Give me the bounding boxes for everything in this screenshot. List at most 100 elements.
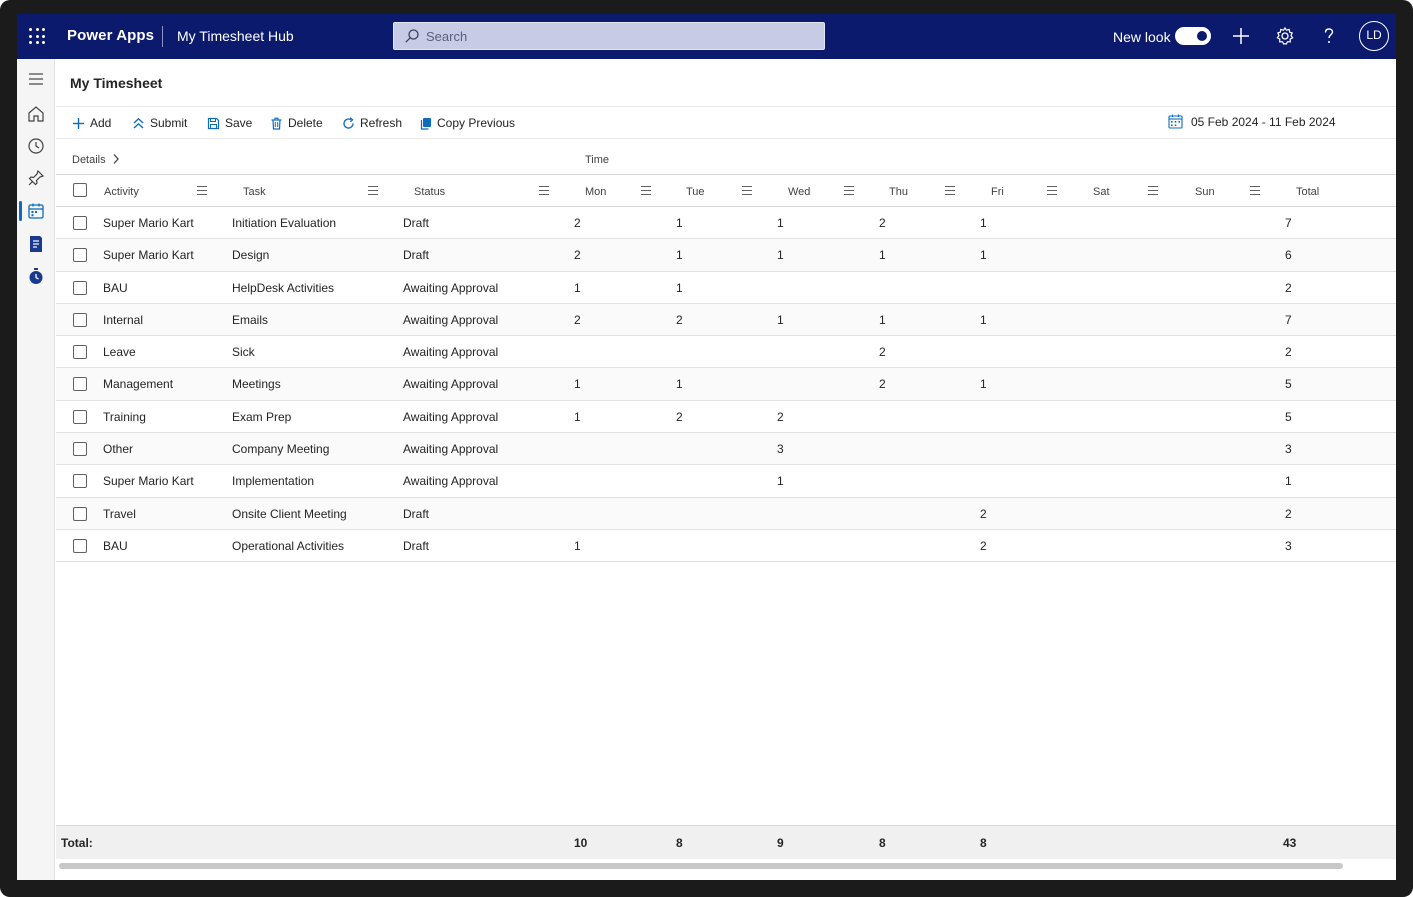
column-header-activity[interactable]: Activity	[104, 186, 139, 198]
cell-status[interactable]: Draft	[403, 216, 429, 230]
home-icon[interactable]	[26, 104, 46, 124]
cell-tue[interactable]: 1	[676, 281, 683, 295]
cell-task[interactable]: Sick	[232, 345, 255, 359]
cell-activity[interactable]: Training	[103, 410, 146, 424]
column-header-mon[interactable]: Mon	[585, 186, 606, 198]
cell-wed[interactable]: 2	[777, 410, 784, 424]
cell-thu[interactable]: 2	[879, 216, 886, 230]
cell-status[interactable]: Draft	[403, 539, 429, 553]
cell-task[interactable]: Exam Prep	[232, 410, 291, 424]
submit-button[interactable]: Submit	[132, 116, 187, 130]
row-checkbox[interactable]	[73, 506, 87, 521]
cell-fri[interactable]: 1	[980, 313, 987, 327]
clock-icon[interactable]	[26, 136, 46, 156]
cell-mon[interactable]: 2	[574, 313, 581, 327]
table-row[interactable]: Super Mario Kart Design Draft 2 1 1 1 1 …	[56, 239, 1396, 272]
cell-wed[interactable]: 1	[777, 216, 784, 230]
app-launcher-icon[interactable]	[29, 28, 45, 44]
cell-mon[interactable]: 1	[574, 539, 581, 553]
cell-task[interactable]: Design	[232, 248, 269, 262]
cell-thu[interactable]: 1	[879, 248, 886, 262]
cell-status[interactable]: Awaiting Approval	[403, 377, 498, 391]
column-header-sun[interactable]: Sun	[1195, 186, 1215, 198]
cell-status[interactable]: Awaiting Approval	[403, 474, 498, 488]
save-button[interactable]: Save	[207, 116, 252, 130]
cell-task[interactable]: Onsite Client Meeting	[232, 507, 347, 521]
row-checkbox[interactable]	[73, 248, 87, 263]
user-avatar[interactable]: LD	[1359, 21, 1389, 51]
cell-status[interactable]: Draft	[403, 507, 429, 521]
row-checkbox[interactable]	[73, 409, 87, 424]
row-checkbox[interactable]	[73, 312, 87, 327]
column-header-total[interactable]: Total	[1296, 186, 1319, 198]
timesheet-icon[interactable]	[26, 201, 46, 221]
table-row[interactable]: Super Mario Kart Implementation Awaiting…	[56, 465, 1396, 498]
cell-mon[interactable]: 1	[574, 377, 581, 391]
cell-wed[interactable]: 1	[777, 474, 784, 488]
delete-button[interactable]: Delete	[270, 116, 323, 130]
report-icon[interactable]	[26, 234, 46, 254]
row-checkbox[interactable]	[73, 377, 87, 392]
column-header-sat[interactable]: Sat	[1093, 186, 1110, 198]
row-checkbox[interactable]	[73, 345, 87, 360]
table-row[interactable]: Internal Emails Awaiting Approval 2 2 1 …	[56, 303, 1396, 337]
cell-status[interactable]: Awaiting Approval	[403, 313, 498, 327]
table-row[interactable]: Leave Sick Awaiting Approval 2 2	[56, 336, 1396, 369]
column-menu-icon[interactable]	[641, 186, 651, 195]
cell-mon[interactable]: 1	[574, 410, 581, 424]
cell-activity[interactable]: Other	[103, 442, 133, 456]
table-row[interactable]: BAU Operational Activities Draft 1 2 3	[56, 530, 1396, 563]
hamburger-icon[interactable]	[26, 69, 46, 89]
cell-activity[interactable]: Management	[103, 377, 173, 391]
cell-mon[interactable]: 1	[574, 281, 581, 295]
cell-fri[interactable]: 1	[980, 377, 987, 391]
cell-activity[interactable]: BAU	[103, 539, 128, 553]
cell-task[interactable]: Initiation Evaluation	[232, 216, 336, 230]
cell-tue[interactable]: 2	[676, 410, 683, 424]
app-name[interactable]: My Timesheet Hub	[177, 28, 294, 44]
cell-task[interactable]: Implementation	[232, 474, 314, 488]
cell-thu[interactable]: 2	[879, 377, 886, 391]
column-header-fri[interactable]: Fri	[991, 186, 1004, 198]
cell-mon[interactable]: 2	[574, 216, 581, 230]
cell-tue[interactable]: 1	[676, 216, 683, 230]
cell-wed[interactable]: 1	[777, 313, 784, 327]
cell-task[interactable]: Company Meeting	[232, 442, 329, 456]
cell-fri[interactable]: 1	[980, 248, 987, 262]
row-checkbox[interactable]	[73, 474, 87, 489]
cell-thu[interactable]: 2	[879, 345, 886, 359]
column-menu-icon[interactable]	[1047, 186, 1057, 195]
table-row[interactable]: Training Exam Prep Awaiting Approval 1 2…	[56, 401, 1396, 434]
chevron-right-icon[interactable]	[112, 153, 120, 165]
column-menu-icon[interactable]	[945, 186, 955, 195]
copy-previous-button[interactable]: Copy Previous	[419, 116, 515, 130]
column-header-status[interactable]: Status	[414, 186, 445, 198]
pin-icon[interactable]	[26, 168, 46, 188]
stopwatch-icon[interactable]	[26, 266, 46, 286]
cell-tue[interactable]: 1	[676, 377, 683, 391]
cell-wed[interactable]: 3	[777, 442, 784, 456]
cell-fri[interactable]: 1	[980, 216, 987, 230]
table-row[interactable]: Other Company Meeting Awaiting Approval …	[56, 433, 1396, 466]
cell-status[interactable]: Draft	[403, 248, 429, 262]
refresh-button[interactable]: Refresh	[342, 116, 402, 130]
row-checkbox[interactable]	[73, 216, 87, 230]
cell-task[interactable]: HelpDesk Activities	[232, 281, 334, 295]
date-range-picker[interactable]: 05 Feb 2024 - 11 Feb 2024	[1168, 114, 1336, 129]
plus-icon[interactable]	[1230, 25, 1252, 47]
row-checkbox[interactable]	[73, 280, 87, 295]
table-row[interactable]: BAU HelpDesk Activities Awaiting Approva…	[56, 272, 1396, 304]
cell-tue[interactable]: 2	[676, 313, 683, 327]
search-box[interactable]: Search	[393, 22, 825, 50]
cell-fri[interactable]: 2	[980, 507, 987, 521]
cell-task[interactable]: Meetings	[232, 377, 281, 391]
gear-icon[interactable]	[1274, 25, 1296, 47]
select-all-checkbox[interactable]	[73, 183, 87, 197]
cell-activity[interactable]: BAU	[103, 281, 128, 295]
cell-status[interactable]: Awaiting Approval	[403, 442, 498, 456]
column-menu-icon[interactable]	[197, 186, 207, 195]
column-menu-icon[interactable]	[742, 186, 752, 195]
cell-wed[interactable]: 1	[777, 248, 784, 262]
column-header-thu[interactable]: Thu	[889, 186, 908, 198]
table-row[interactable]: Travel Onsite Client Meeting Draft 2 2	[56, 497, 1396, 530]
